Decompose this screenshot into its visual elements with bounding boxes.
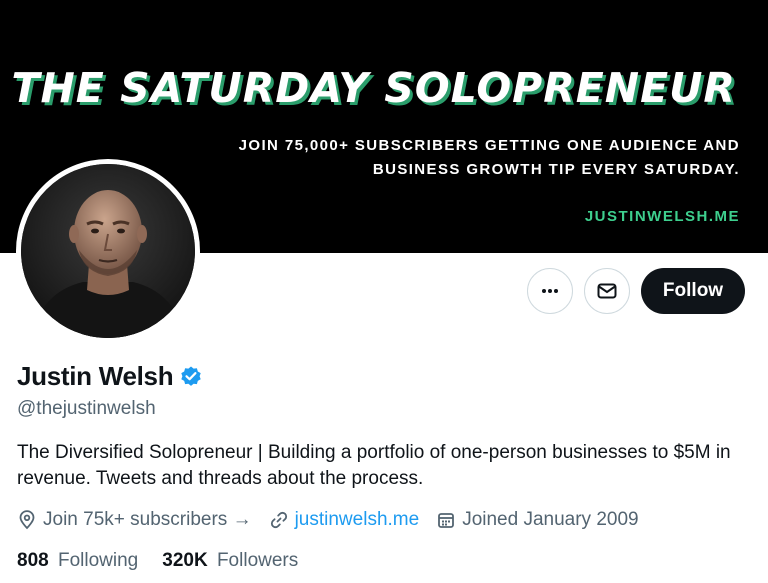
location-pin-icon bbox=[19, 510, 35, 530]
name-row: Justin Welsh bbox=[17, 361, 203, 392]
website-item[interactable]: justinwelsh.me bbox=[269, 509, 420, 531]
verified-badge-icon[interactable] bbox=[179, 365, 203, 389]
envelope-icon bbox=[597, 283, 617, 299]
banner-subtitle: JOIN 75,000+ SUBSCRIBERS GETTING ONE AUD… bbox=[239, 134, 740, 182]
avatar-photo bbox=[21, 164, 195, 338]
joined-date: Joined January 2009 bbox=[462, 509, 639, 530]
following-link[interactable]: 808 Following bbox=[17, 550, 138, 572]
banner-title: THE SATURDAY SOLOPRENEUR bbox=[11, 64, 736, 112]
profile-meta-row: Join 75k+ subscribers → justinwelsh.me J… bbox=[17, 509, 656, 531]
profile-page: THE SATURDAY SOLOPRENEUR JOIN 75,000+ SU… bbox=[0, 0, 768, 583]
calendar-icon bbox=[438, 513, 455, 528]
more-button[interactable] bbox=[527, 268, 573, 314]
more-horizontal-icon bbox=[542, 289, 558, 293]
avatar-portrait bbox=[21, 164, 195, 338]
banner-subtitle-line-2: BUSINESS GROWTH TIP EVERY SATURDAY. bbox=[372, 161, 740, 178]
message-button[interactable] bbox=[584, 268, 630, 314]
followers-count: 320K bbox=[162, 550, 208, 571]
display-name: Justin Welsh bbox=[17, 361, 174, 391]
followers-link[interactable]: 320K Followers bbox=[162, 550, 298, 572]
website-link[interactable]: justinwelsh.me bbox=[295, 509, 420, 531]
banner-subtitle-line-1: JOIN 75,000+ SUBSCRIBERS GETTING ONE AUD… bbox=[238, 137, 740, 154]
joined-item: Joined January 2009 bbox=[436, 509, 639, 531]
location-text: Join 75k+ subscribers → bbox=[43, 509, 252, 530]
banner-url: JUSTINWELSH.ME bbox=[584, 208, 740, 225]
user-handle: @thejustinwelsh bbox=[17, 398, 156, 419]
following-label: Following bbox=[57, 550, 139, 571]
follow-stats: 808 Following 320K Followers bbox=[17, 550, 322, 572]
profile-bio: The Diversified Solopreneur | Building a… bbox=[17, 442, 731, 489]
location-item: Join 75k+ subscribers → bbox=[17, 509, 252, 531]
avatar[interactable] bbox=[16, 159, 200, 343]
followers-label: Followers bbox=[216, 550, 299, 571]
follow-button[interactable]: Follow bbox=[641, 268, 745, 314]
link-icon bbox=[270, 511, 287, 529]
following-count: 808 bbox=[17, 550, 49, 571]
